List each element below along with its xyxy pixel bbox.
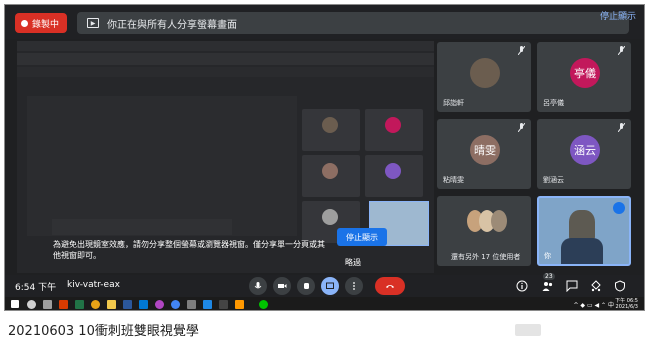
more-button[interactable] [345, 277, 363, 295]
screen-share-notice: ▶ 你正在與所有人分享螢幕畫面 [77, 12, 629, 34]
info-icon [516, 280, 528, 292]
app-icon[interactable] [59, 300, 68, 309]
skip-button[interactable]: 略過 [345, 257, 361, 268]
app-icon[interactable] [203, 300, 212, 309]
people-icon [542, 282, 553, 291]
self-video [569, 210, 595, 240]
mic-off-icon [518, 46, 525, 55]
meet-top-bar: 錄製中 ▶ 你正在與所有人分享螢幕畫面 停止顯示 [5, 5, 644, 39]
more-vert-icon [353, 282, 355, 290]
more-options-icon[interactable] [613, 202, 625, 214]
screen-capture-frame: 錄製中 ▶ 你正在與所有人分享螢幕畫面 停止顯示 為避免出現鏡室效應，請勿分享整… [4, 4, 645, 311]
mic-off-icon [618, 46, 625, 55]
excel-icon[interactable] [75, 300, 84, 309]
info-button[interactable] [515, 279, 529, 293]
shield-icon [615, 280, 625, 292]
participant-tile[interactable]: 亭儀 呂亭儀 [537, 42, 631, 112]
start-icon[interactable] [11, 300, 19, 308]
present-screen-icon: ▶ [87, 18, 99, 28]
chrome-icon[interactable] [91, 300, 100, 309]
nested-share-notice [17, 67, 434, 77]
nested-address-bar [17, 53, 434, 65]
host-controls-button[interactable] [613, 279, 627, 293]
more-participants-tile[interactable]: 還有另外 17 位使用者 [437, 196, 531, 266]
mic-off-icon [518, 123, 525, 132]
video-title: 20210603 10衝刺班雙眼視覺學 [8, 324, 199, 339]
app-icon[interactable] [235, 300, 244, 309]
line-icon[interactable] [259, 300, 268, 309]
folder-icon[interactable] [107, 300, 116, 309]
share-notice-text: 你正在與所有人分享螢幕畫面 [107, 19, 237, 31]
people-count-badge: 23 [543, 273, 555, 280]
recording-indicator[interactable]: 錄製中 [15, 13, 67, 33]
title-badge [515, 324, 541, 336]
meeting-time: 6:54 下午 [15, 283, 57, 293]
nested-shared-screen [27, 96, 297, 236]
app-icon[interactable] [155, 300, 164, 309]
task-view-icon[interactable] [43, 300, 52, 309]
camera-icon [278, 284, 287, 288]
app-icon[interactable] [187, 300, 196, 309]
self-video-body [561, 238, 603, 264]
nested-browser-tabbar [17, 41, 434, 51]
hand-icon [304, 283, 309, 289]
participant-avatar: 亭儀 [570, 58, 600, 88]
more-participants-label: 還有另外 17 位使用者 [451, 253, 521, 261]
participant-avatar: 晴雯 [470, 135, 500, 165]
participant-photo [470, 58, 500, 88]
participant-tile[interactable]: 晴雯 粘晴雯 [437, 119, 531, 189]
windows-taskbar: ^ ◆ ▭ ◀ ⌃ 中 下午 06:5 2021/6/3 [5, 297, 644, 310]
mic-off-icon [618, 123, 625, 132]
mirror-effect-warning: 為避免出現鏡室效應，請勿分享整個螢幕或瀏覽器視窗。僅分享單一分頁或其他視窗即可。 [53, 240, 325, 260]
participant-tile[interactable]: 涵云 劉涵云 [537, 119, 631, 189]
stop-presenting-link[interactable]: 停止顯示 [600, 9, 636, 22]
raise-hand-button[interactable] [297, 277, 315, 295]
participant-name: 劉涵云 [543, 176, 564, 184]
shared-screen-preview: 為避免出現鏡室效應，請勿分享整個螢幕或瀏覽器視窗。僅分享單一分頁或其他視窗即可。… [17, 41, 434, 273]
participant-faces [467, 210, 507, 236]
participant-name: 粘晴雯 [443, 176, 464, 184]
participant-name: 呂亭儀 [543, 99, 564, 107]
nested-participant-tile [365, 155, 423, 197]
outlook-icon[interactable] [139, 300, 148, 309]
system-tray: ^ ◆ ▭ ◀ ⌃ 中 [573, 302, 615, 309]
participant-avatar: 涵云 [570, 135, 600, 165]
activities-icon [591, 280, 601, 292]
leave-call-button[interactable] [375, 277, 405, 295]
taskbar-clock[interactable]: 下午 06:5 2021/6/3 [615, 298, 638, 310]
present-button[interactable] [321, 277, 339, 295]
nested-participant-tile [302, 109, 360, 151]
present-icon [326, 282, 334, 289]
chat-icon [566, 280, 578, 292]
mic-icon [254, 282, 262, 289]
recording-label: 錄製中 [32, 19, 60, 30]
stop-presenting-button[interactable]: 停止顯示 [337, 228, 387, 246]
clock-date: 2021/6/3 [615, 304, 638, 310]
chat-button[interactable] [565, 279, 579, 293]
meeting-code: kiv-vatr-eax [67, 280, 120, 290]
self-view-tile[interactable]: 你 [537, 196, 631, 266]
hangup-icon [386, 285, 394, 288]
nested-participant-tile [302, 155, 360, 197]
nested-participant-tile [365, 109, 423, 151]
nested-overlay-bar [52, 219, 232, 235]
record-dot-icon [21, 19, 28, 27]
search-icon[interactable] [27, 300, 36, 309]
people-button[interactable]: 23 [541, 273, 555, 293]
self-label: 你 [544, 252, 551, 260]
app-icon[interactable] [219, 300, 228, 309]
word-icon[interactable] [123, 300, 132, 309]
participant-tile[interactable]: 邱詣軒 [437, 42, 531, 112]
mic-button[interactable] [249, 277, 267, 295]
activities-button[interactable] [589, 279, 603, 293]
camera-button[interactable] [273, 277, 291, 295]
meet-control-bar: 6:54 下午 kiv-vatr-eax 23 [5, 273, 644, 297]
participant-name: 邱詣軒 [443, 99, 464, 107]
chrome-icon[interactable] [171, 300, 180, 309]
